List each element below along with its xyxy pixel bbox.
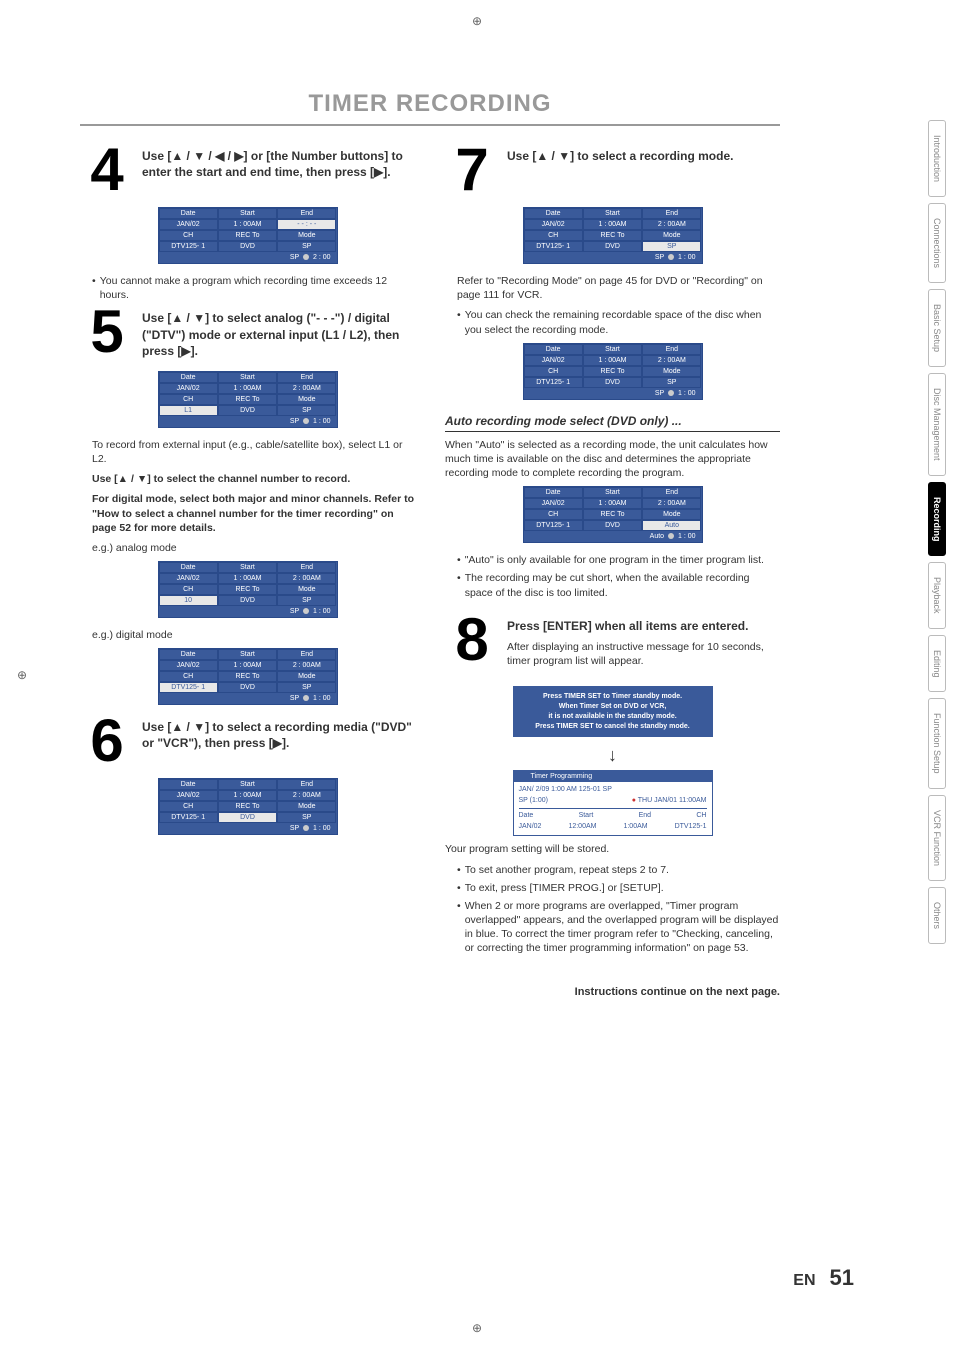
rec-icon: ● [632,797,636,804]
bullet-note: You cannot make a program which recordin… [92,274,415,302]
left-column: 4 Use [▲ / ▼ / ◀ / ▶] or [the Number but… [80,144,415,998]
note-text: To record from external input (e.g., cab… [92,438,415,466]
right-column: 7 Use [▲ / ▼] to select a recording mode… [445,144,780,998]
square-icon [518,773,525,780]
osd-table: DateStartEnd JAN/021 : 00AM2 : 00AM CHRE… [158,561,338,618]
tab-others[interactable]: Others [928,887,946,944]
step-text: Use [▲ / ▼] to select analog ("- - -") /… [142,306,415,359]
osd-message: Press TIMER SET to Timer standby mode. W… [513,686,713,737]
footer-lang: EN [793,1272,815,1290]
subsection-text: When "Auto" is selected as a recording m… [445,438,780,481]
timer-programming-panel: Timer Programming JAN/ 2/09 1:00 AM 125-… [513,770,713,836]
step-number: 4 [80,144,134,195]
osd-table: DateStartEnd JAN/021 : 00AM2 : 00AM CHRE… [158,778,338,835]
step-text: Use [▲ / ▼] to select a recording mode. [507,144,733,195]
step-number: 6 [80,715,134,766]
section-tabs: Introduction Connections Basic Setup Dis… [928,120,946,944]
note-text: Your program setting will be stored. [445,842,780,856]
crop-mark-icon: ⊕ [469,1321,485,1337]
continuation-notice: Instructions continue on the next page. [445,986,780,998]
tab-disc-management[interactable]: Disc Management [928,373,946,476]
osd-table: DateStartEnd JAN/021 : 00AM2 : 00AM CHRE… [523,343,703,400]
down-arrow-icon: ↓ [445,745,780,766]
osd-table: DateStartEnd JAN/021 : 00AM2 : 00AM CHRE… [158,371,338,428]
bullet-note: The recording may be cut short, when the… [457,571,780,599]
osd-table: DateStartEnd JAN/021 : 00AM2 : 00AM CHRE… [523,486,703,543]
example-label: e.g.) analog mode [92,541,415,555]
note-text: Refer to "Recording Mode" on page 45 for… [457,274,780,302]
tab-recording[interactable]: Recording [928,482,946,557]
bullet-note: You can check the remaining recordable s… [457,308,780,336]
bullet-note: "Auto" is only available for one program… [457,553,780,567]
osd-table: DateStartEnd JAN/021 : 00AM2 : 00AM CHRE… [523,207,703,264]
page-footer: EN 51 [793,1265,854,1291]
tab-playback[interactable]: Playback [928,562,946,629]
step-number: 8 [445,614,499,675]
step-text: Use [▲ / ▼] to select a recording media … [142,715,415,766]
bullet-note: To exit, press [TIMER PROG.] or [SETUP]. [457,881,780,895]
footer-page: 51 [830,1265,854,1291]
tab-function-setup[interactable]: Function Setup [928,698,946,789]
note-bold: Use [▲ / ▼] to select the channel number… [92,472,415,486]
step-text: Press [ENTER] when all items are entered… [507,614,780,634]
step-subtext: After displaying an instructive message … [507,640,780,668]
tab-connections[interactable]: Connections [928,203,946,283]
bullet-note: To set another program, repeat steps 2 t… [457,863,780,877]
osd-table: DateStartEnd JAN/021 : 00AM2 : 00AM CHRE… [158,648,338,705]
tab-editing[interactable]: Editing [928,635,946,693]
note-bold: For digital mode, select both major and … [92,492,415,535]
tab-vcr-function[interactable]: VCR Function [928,795,946,881]
tab-introduction[interactable]: Introduction [928,120,946,197]
title-rule [80,124,780,126]
osd-table: DateStartEnd JAN/021 : 00AM- - : - - CHR… [158,207,338,264]
bullet-note: When 2 or more programs are overlapped, … [457,899,780,956]
step-number: 5 [80,306,134,359]
subsection-heading: Auto recording mode select (DVD only) ..… [445,414,780,432]
step-number: 7 [445,144,499,195]
disc-icon [303,254,309,260]
example-label: e.g.) digital mode [92,628,415,642]
page-title: TIMER RECORDING [80,90,780,118]
tab-basic-setup[interactable]: Basic Setup [928,289,946,367]
step-text: Use [▲ / ▼ / ◀ / ▶] or [the Number butto… [142,144,415,195]
